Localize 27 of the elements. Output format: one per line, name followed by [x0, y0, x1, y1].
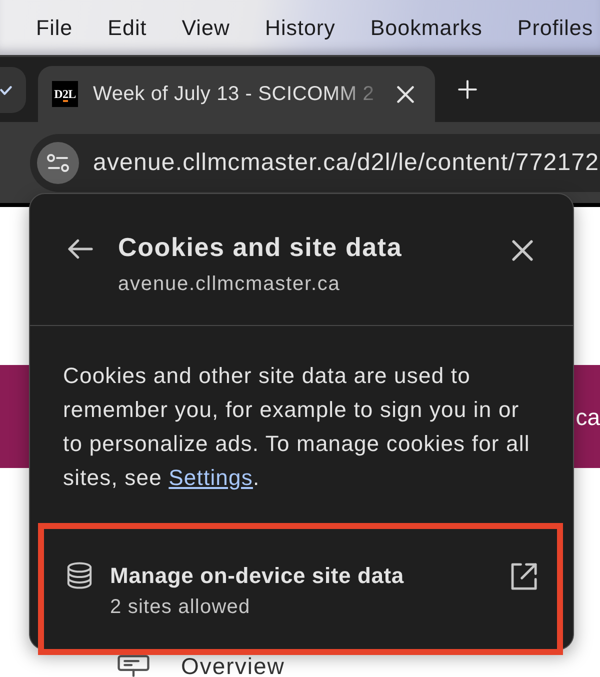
external-link-icon [510, 563, 537, 590]
back-arrow-icon[interactable] [68, 239, 93, 259]
browser-tab[interactable]: D2L Week of July 13 - SCICOMM 2 [38, 66, 435, 122]
url-text: avenue.cllmcmaster.ca/d2l/le/content/772172 [93, 148, 600, 176]
site-domain: avenue.cllmcmaster.ca [118, 272, 342, 296]
favicon: D2L [52, 81, 78, 107]
manage-site-data-button[interactable]: Manage on-device site data 2 sites allowed [38, 523, 563, 655]
close-icon[interactable] [397, 86, 414, 102]
menu-item[interactable]: Profiles [517, 14, 594, 40]
tab-search-button[interactable] [0, 67, 26, 113]
nav-item[interactable]: Overview [181, 655, 285, 677]
presentation-icon [117, 655, 150, 677]
menu-item[interactable]: Edit [108, 14, 147, 40]
popup-title: Cookies and site data [118, 231, 404, 263]
tune-icon[interactable] [37, 142, 79, 184]
menu-item[interactable]: View [182, 14, 230, 40]
menu-item[interactable]: File [36, 14, 73, 40]
settings-link[interactable]: Settings [168, 465, 253, 490]
database-icon [67, 562, 92, 589]
address-bar[interactable]: avenue.cllmcmaster.ca/d2l/le/content/772172 [30, 134, 600, 192]
check-icon [0, 86, 12, 94]
description-text: Cookies and other site data are used to remember you, for example to sign you in or to personalize ads. To manage cookies for all sites, see Settings. [63, 362, 531, 492]
menu-item[interactable]: History [264, 14, 336, 40]
close-icon[interactable] [512, 240, 533, 261]
banner-text: ca [576, 402, 600, 430]
new-tab-icon[interactable] [458, 80, 477, 99]
menu-item[interactable]: Bookmarks [370, 14, 482, 40]
